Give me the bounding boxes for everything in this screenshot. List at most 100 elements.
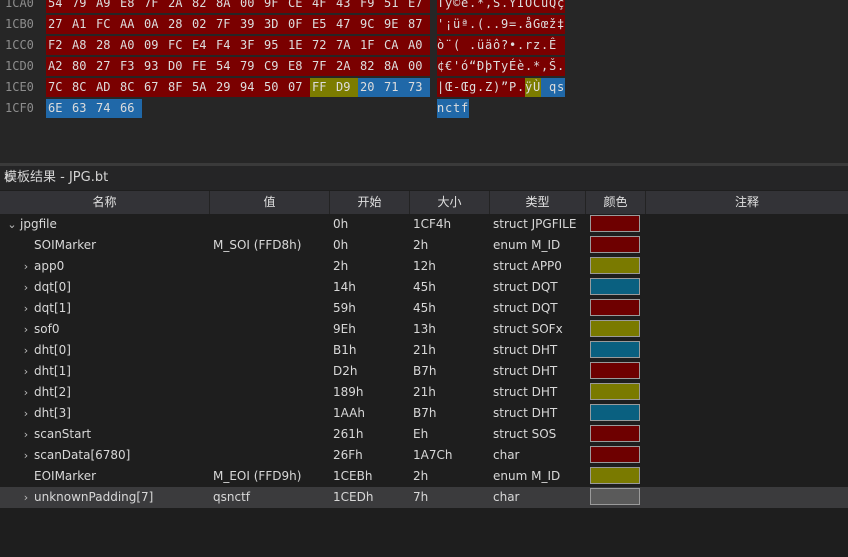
chevron-right-icon[interactable]: › [20, 361, 32, 382]
hex-byte[interactable]: 1F [358, 36, 382, 55]
ascii-char[interactable]: Š [549, 57, 557, 76]
ascii-char[interactable]: “ [469, 57, 477, 76]
ascii-char[interactable]: . [517, 36, 525, 55]
ascii-char[interactable]: P [509, 78, 517, 97]
hex-byte[interactable]: F9 [358, 0, 382, 13]
column-header-name[interactable]: 名称 [0, 191, 210, 214]
ascii-char[interactable]: ‡ [557, 15, 565, 34]
color-swatch[interactable] [590, 215, 640, 232]
hex-byte[interactable]: A1 [70, 15, 94, 34]
table-row[interactable]: › dqt[1] 59h 45h struct DQT [0, 298, 848, 319]
hex-byte[interactable]: 66 [118, 99, 142, 118]
hex-byte[interactable]: 29 [214, 78, 238, 97]
ascii-char[interactable]: Î [517, 0, 525, 13]
chevron-right-icon[interactable]: › [20, 424, 32, 445]
table-row[interactable]: › scanStart 261h Eh struct SOS [0, 424, 848, 445]
ascii-char[interactable]: ” [501, 78, 509, 97]
ascii-char[interactable]: . [493, 15, 501, 34]
hex-byte[interactable]: 0F [286, 15, 310, 34]
hex-byte[interactable]: 07 [286, 78, 310, 97]
refresh-icon[interactable]: ↻ [4, 166, 14, 190]
table-row[interactable]: › dht[1] D2h B7h struct DHT [0, 361, 848, 382]
hex-byte[interactable]: 6E [46, 99, 70, 118]
hex-byte[interactable]: 1E [286, 36, 310, 55]
hex-byte[interactable]: 9E [382, 15, 406, 34]
hex-byte[interactable]: 7F [214, 15, 238, 34]
ascii-char[interactable]: * [533, 57, 541, 76]
hex-byte[interactable]: F2 [46, 36, 70, 55]
ascii-char[interactable]: . [517, 78, 525, 97]
ascii-char[interactable]: ù [541, 0, 549, 13]
hex-byte[interactable]: 09 [142, 36, 166, 55]
ascii-char[interactable]: O [525, 0, 533, 13]
ascii-char[interactable]: ‚ [541, 57, 549, 76]
hex-byte[interactable]: 94 [238, 78, 262, 97]
hex-byte[interactable]: 2A [166, 0, 190, 13]
ascii-char[interactable]: ( [477, 15, 485, 34]
ascii-char[interactable]: Z [485, 78, 493, 97]
chevron-right-icon[interactable]: › [20, 445, 32, 466]
hex-byte[interactable]: 67 [142, 78, 166, 97]
hex-byte[interactable]: CE [286, 0, 310, 13]
ascii-char[interactable]: Ð [477, 57, 485, 76]
hex-byte[interactable]: 87 [406, 15, 430, 34]
ascii-char[interactable]: . [477, 78, 485, 97]
ascii-char[interactable]: ¡ [445, 15, 453, 34]
ascii-char[interactable]: G [533, 15, 541, 34]
hex-byte[interactable]: 93 [142, 57, 166, 76]
hex-byte[interactable]: 8F [166, 78, 190, 97]
hex-byte[interactable]: 47 [334, 15, 358, 34]
ascii-char[interactable]: ô [493, 36, 501, 55]
hex-byte[interactable]: 73 [406, 78, 430, 97]
hex-byte[interactable]: A2 [46, 57, 70, 76]
ascii-char[interactable]: y [501, 57, 509, 76]
table-row[interactable]: › dht[3] 1AAh B7h struct DHT [0, 403, 848, 424]
ascii-char[interactable]: f [461, 99, 469, 118]
ascii-char[interactable]: ÿ [525, 78, 533, 97]
ascii-char[interactable]: € [445, 57, 453, 76]
ascii-char[interactable]: . [541, 36, 549, 55]
hex-byte[interactable]: 3D [262, 15, 286, 34]
color-swatch[interactable] [590, 362, 640, 379]
table-row[interactable]: › unknownPadding[7] qsnctf 1CEDh 7h char [0, 487, 848, 508]
color-swatch[interactable] [590, 404, 640, 421]
hex-byte[interactable]: 27 [94, 57, 118, 76]
ascii-char[interactable]: Š [493, 0, 501, 13]
ascii-char[interactable]: ó [461, 57, 469, 76]
table-row[interactable]: › dht[0] B1h 21h struct DHT [0, 340, 848, 361]
hex-byte[interactable]: 7F [142, 0, 166, 13]
ascii-char[interactable]: þ [485, 57, 493, 76]
color-swatch[interactable] [590, 383, 640, 400]
ascii-char[interactable]: ü [453, 15, 461, 34]
color-swatch[interactable] [590, 467, 640, 484]
hex-byte[interactable]: AD [94, 78, 118, 97]
ascii-char[interactable]: = [509, 15, 517, 34]
color-swatch[interactable] [590, 488, 640, 505]
ascii-char[interactable]: Ù [533, 78, 541, 97]
ascii-char[interactable]: ª [461, 15, 469, 34]
color-swatch[interactable] [590, 299, 640, 316]
ascii-char[interactable]: . [517, 15, 525, 34]
ascii-char[interactable]: ' [437, 15, 445, 34]
ascii-char[interactable]: g [469, 78, 477, 97]
hex-byte[interactable]: 63 [70, 99, 94, 118]
hex-byte[interactable]: 82 [190, 0, 214, 13]
ascii-char[interactable]: Ê [549, 36, 557, 55]
table-row[interactable]: › sof0 9Eh 13h struct SOFx [0, 319, 848, 340]
hex-byte[interactable]: 3F [238, 36, 262, 55]
hex-byte[interactable]: 9F [262, 0, 286, 13]
hex-byte[interactable]: CA [382, 36, 406, 55]
hex-byte[interactable]: 79 [70, 0, 94, 13]
ascii-char[interactable]: y [445, 0, 453, 13]
ascii-char[interactable]: . [469, 0, 477, 13]
hex-byte[interactable]: 7A [334, 36, 358, 55]
ascii-char[interactable]: T [493, 57, 501, 76]
chevron-right-icon[interactable]: › [20, 340, 32, 361]
ascii-char[interactable]: ò [437, 36, 445, 55]
color-swatch[interactable] [590, 341, 640, 358]
ascii-char[interactable]: q [549, 78, 557, 97]
ascii-char[interactable]: , [485, 0, 493, 13]
ascii-char[interactable] [541, 78, 549, 97]
ascii-char[interactable]: . [557, 57, 565, 76]
ascii-char[interactable]: Ÿ [509, 0, 517, 13]
